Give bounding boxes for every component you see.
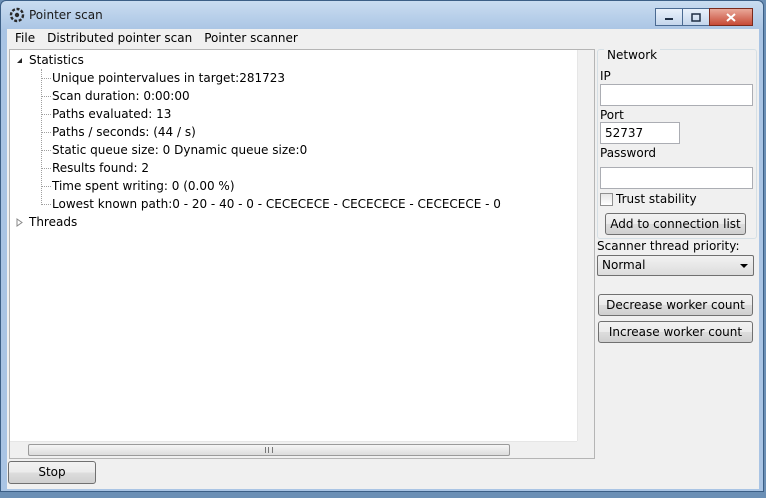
tree-node-threads[interactable]: Threads (29, 213, 77, 231)
stat-unique-pointervalues[interactable]: Unique pointervalues in target:281723 (52, 69, 285, 87)
scanner-thread-priority-value: Normal (602, 258, 646, 272)
stat-paths-per-second[interactable]: Paths / seconds: (44 / s) (52, 123, 196, 141)
add-to-connection-list-button[interactable]: Add to connection list (605, 213, 746, 235)
menu-file[interactable]: File (9, 29, 41, 47)
maximize-icon (691, 12, 701, 22)
statistics-tree[interactable]: Statistics Unique pointervalues in targe… (9, 49, 595, 459)
network-panel: Network IP Port 52737 Password Trust sta… (597, 48, 759, 459)
close-button[interactable] (709, 8, 753, 26)
pointer-scan-window: Pointer scan File Distributed pointer sc… (0, 0, 764, 492)
minimize-icon (665, 18, 673, 20)
password-label: Password (600, 146, 657, 160)
horizontal-scrollbar[interactable] (10, 441, 580, 458)
port-input[interactable]: 52737 (600, 122, 680, 144)
tree-collapse-icon[interactable] (15, 56, 24, 65)
maximize-button[interactable] (682, 8, 710, 26)
tree-node-statistics[interactable]: Statistics (29, 51, 84, 69)
scrollbar-thumb[interactable] (28, 444, 510, 456)
stat-time-spent-writing[interactable]: Time spent writing: 0 (0.00 %) (52, 177, 235, 195)
network-group: Network IP Port 52737 Password Trust sta… (597, 48, 757, 239)
decrease-worker-count-button[interactable]: Decrease worker count (598, 294, 753, 316)
bottom-bar: Stop (7, 459, 759, 489)
scanner-thread-priority-label: Scanner thread priority: (597, 239, 740, 253)
password-input[interactable] (600, 167, 753, 189)
close-icon (726, 12, 736, 22)
menu-pointer-scanner[interactable]: Pointer scanner (198, 29, 304, 47)
trust-stability-label[interactable]: Trust stability (616, 192, 697, 206)
chevron-down-icon (740, 264, 748, 268)
stat-paths-evaluated[interactable]: Paths evaluated: 13 (52, 105, 171, 123)
stat-scan-duration[interactable]: Scan duration: 0:00:00 (52, 87, 190, 105)
title-bar[interactable]: Pointer scan (1, 1, 763, 29)
menu-distributed-pointer-scan[interactable]: Distributed pointer scan (41, 29, 198, 47)
increase-worker-count-button[interactable]: Increase worker count (598, 321, 753, 343)
client-area: File Distributed pointer scan Pointer sc… (7, 29, 759, 489)
network-group-label: Network (604, 48, 661, 62)
vertical-scrollbar[interactable] (577, 50, 594, 442)
stat-queue-size[interactable]: Static queue size: 0 Dynamic queue size:… (52, 141, 307, 159)
menu-bar: File Distributed pointer scan Pointer sc… (7, 29, 759, 47)
stat-results-found[interactable]: Results found: 2 (52, 159, 149, 177)
minimize-button[interactable] (655, 8, 683, 26)
scanner-thread-priority-select[interactable]: Normal (597, 255, 754, 276)
window-title: Pointer scan (29, 8, 103, 22)
cheat-engine-icon (9, 7, 25, 23)
stat-lowest-known-path[interactable]: Lowest known path:0 - 20 - 40 - 0 - CECE… (52, 195, 501, 213)
tree-expand-icon[interactable] (15, 218, 24, 227)
ip-label: IP (600, 69, 611, 83)
trust-stability-checkbox[interactable] (600, 193, 613, 206)
ip-input[interactable] (600, 84, 753, 106)
stop-button[interactable]: Stop (8, 461, 96, 484)
port-label: Port (600, 108, 624, 122)
